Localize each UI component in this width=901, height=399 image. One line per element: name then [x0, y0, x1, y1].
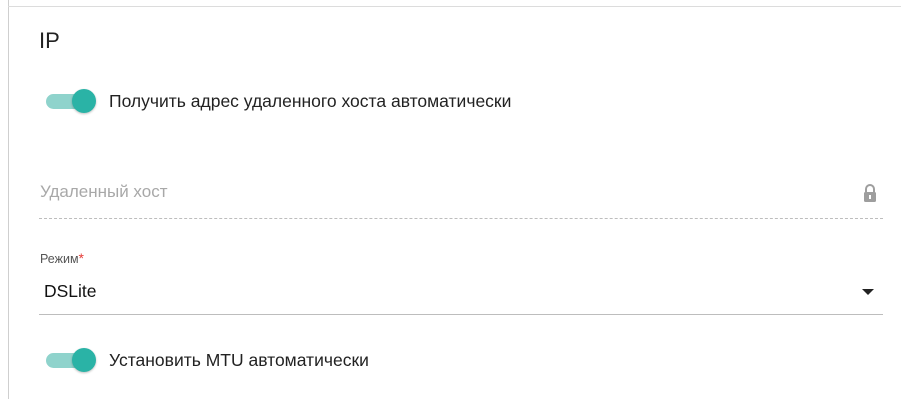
mode-value: DSLite — [44, 281, 97, 301]
mode-label: Режим* — [40, 250, 84, 266]
remote-host-auto-toggle[interactable] — [46, 88, 96, 114]
remote-host-field: Удаленный хост — [39, 174, 883, 219]
panel-left-border — [8, 0, 9, 399]
toggle-knob — [72, 348, 96, 372]
mtu-auto-toggle[interactable] — [46, 347, 96, 373]
panel-top-border — [8, 6, 901, 7]
remote-host-placeholder: Удаленный хост — [40, 182, 168, 201]
caret-down-icon — [862, 289, 874, 295]
mtu-auto-row: Установить MTU автоматически — [46, 347, 369, 373]
toggle-knob — [72, 89, 96, 113]
required-asterisk: * — [78, 250, 84, 266]
lock-icon — [864, 184, 876, 202]
mtu-auto-label: Установить MTU автоматически — [109, 349, 369, 370]
mode-select[interactable]: Режим* DSLite — [39, 248, 883, 315]
settings-panel: IP Получить адрес удаленного хоста автом… — [0, 0, 901, 399]
remote-host-auto-label: Получить адрес удаленного хоста автомати… — [109, 90, 512, 111]
remote-host-auto-row: Получить адрес удаленного хоста автомати… — [46, 88, 511, 114]
section-title: IP — [39, 28, 60, 53]
